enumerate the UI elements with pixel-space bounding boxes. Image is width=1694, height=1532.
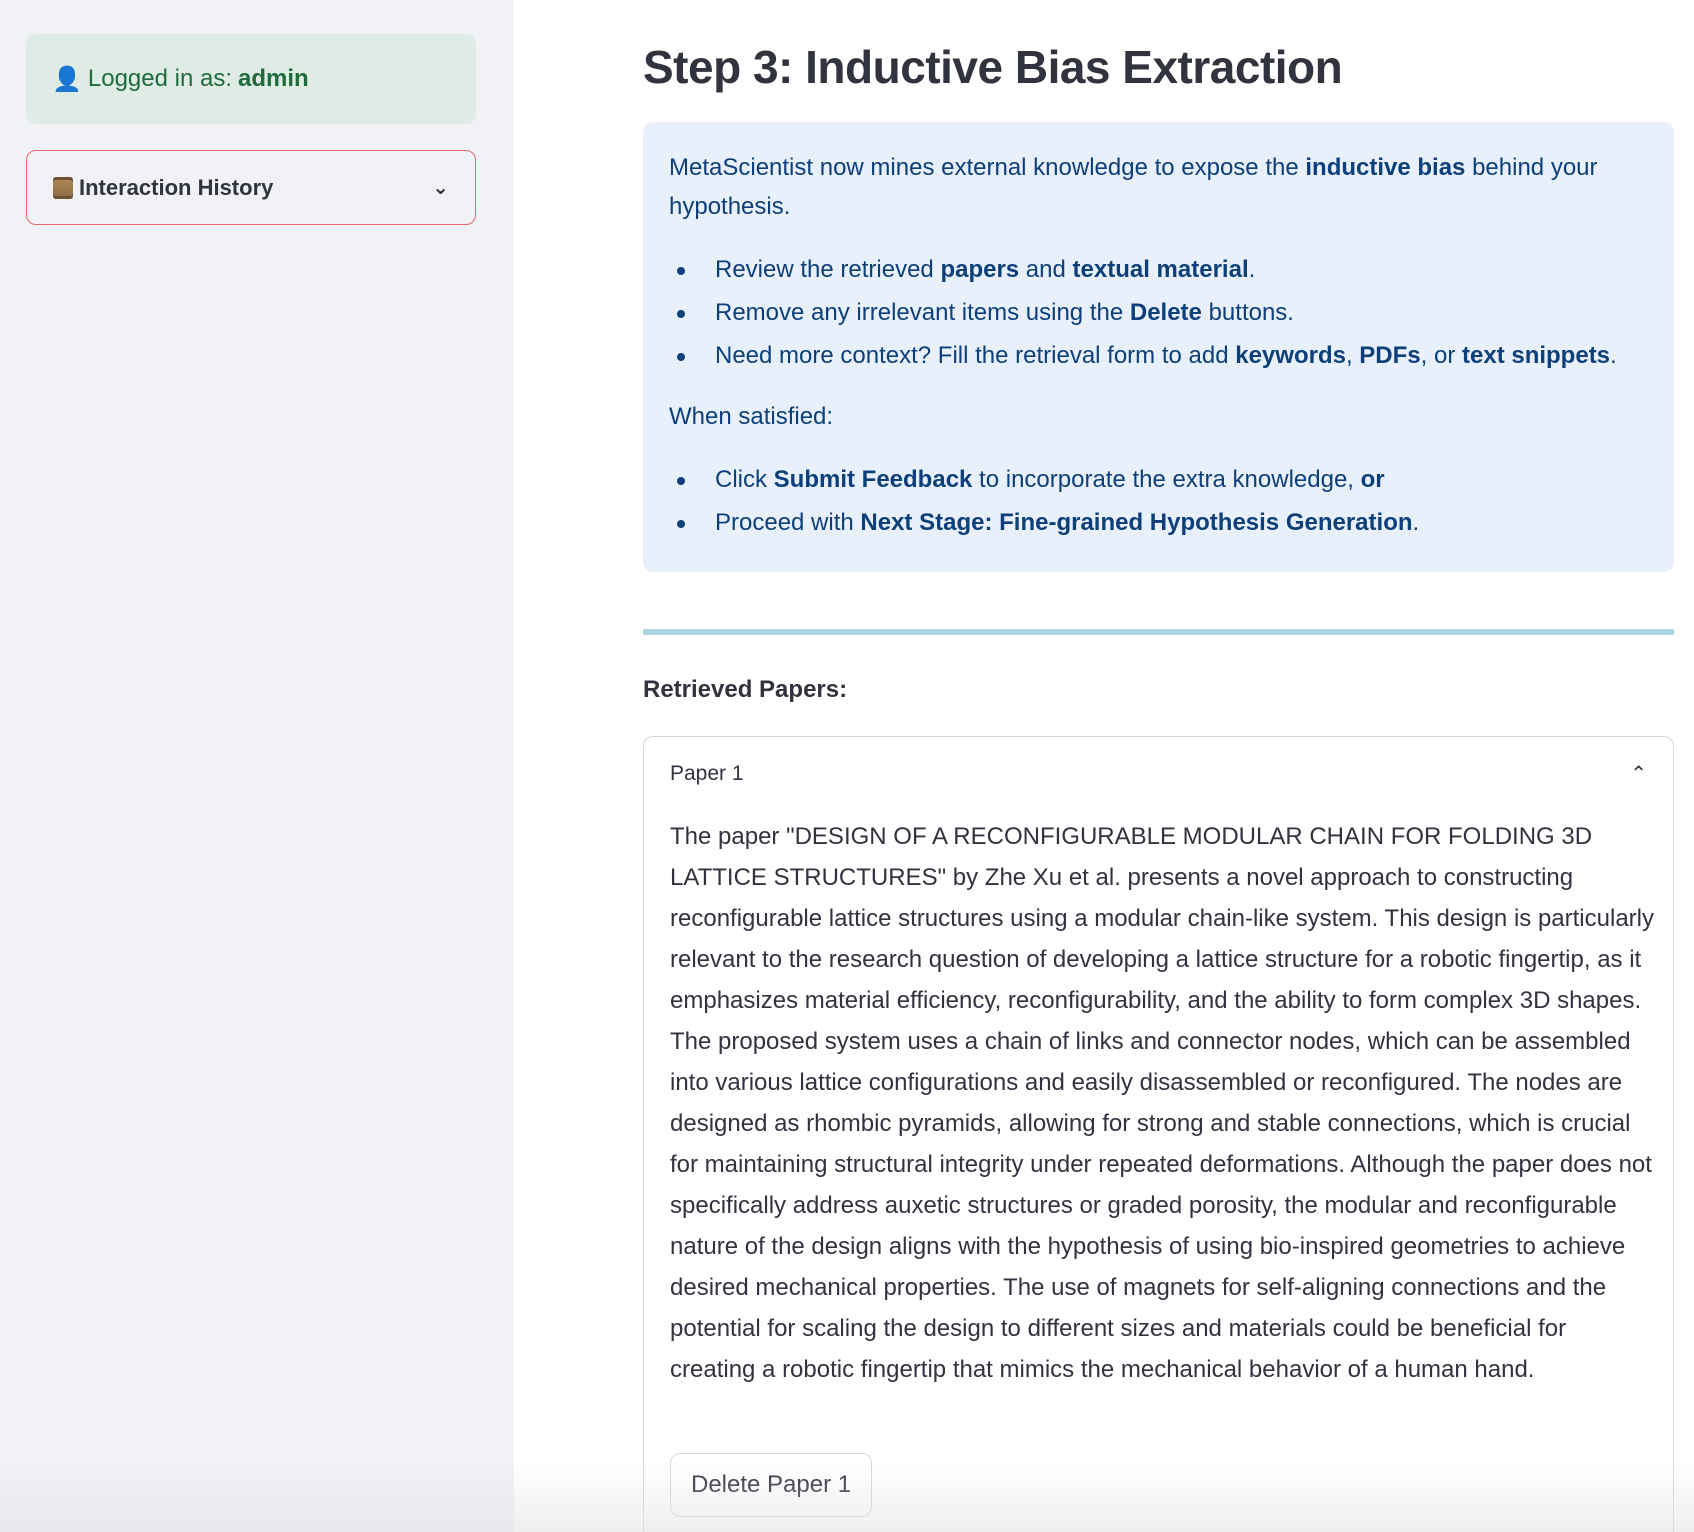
- username: admin: [238, 65, 309, 92]
- list-item: Review the retrieved papers and textual …: [669, 248, 1648, 291]
- page-title: Step 3: Inductive Bias Extraction: [643, 41, 1343, 93]
- paper-expander: Paper 1 ⌃ The paper "DESIGN OF A RECONFI…: [643, 736, 1674, 1532]
- user-icon: 👤: [52, 65, 82, 93]
- delete-paper-button[interactable]: Delete Paper 1: [670, 1453, 873, 1517]
- info-next-list: Click Submit Feedback to incorporate the…: [669, 458, 1648, 544]
- info-box: MetaScientist now mines external knowled…: [643, 122, 1674, 572]
- paper-summary: The paper "DESIGN OF A RECONFIGURABLE MO…: [670, 823, 1654, 1383]
- list-item: Need more context? Fill the retrieval fo…: [669, 334, 1648, 377]
- info-intro: MetaScientist now mines external knowled…: [669, 154, 1598, 220]
- sidebar: 👤 Logged in as: admin Interaction Histor…: [0, 0, 514, 1532]
- paper-title: Paper 1: [670, 761, 744, 785]
- interaction-history-expander[interactable]: Interaction History ⌄: [26, 150, 476, 225]
- paper-expander-header[interactable]: Paper 1 ⌃: [670, 761, 1647, 786]
- list-item: Remove any irrelevant items using the De…: [669, 291, 1648, 334]
- chevron-down-icon: ⌄: [432, 177, 449, 199]
- section-divider: [643, 629, 1674, 635]
- login-status: 👤 Logged in as: admin: [26, 34, 476, 124]
- retrieved-papers-label: Retrieved Papers:: [643, 676, 848, 703]
- scroll-icon: [53, 176, 73, 199]
- main-content: Step 3: Inductive Bias Extraction MetaSc…: [514, 0, 1694, 1532]
- info-when: When satisfied:: [669, 403, 834, 430]
- login-label: Logged in as:: [87, 65, 233, 92]
- info-steps-list: Review the retrieved papers and textual …: [669, 248, 1648, 377]
- list-item: Proceed with Next Stage: Fine-grained Hy…: [669, 501, 1648, 544]
- chevron-up-icon: ⌃: [1630, 763, 1647, 785]
- interaction-history-label: Interaction History: [79, 174, 274, 200]
- list-item: Click Submit Feedback to incorporate the…: [669, 458, 1648, 501]
